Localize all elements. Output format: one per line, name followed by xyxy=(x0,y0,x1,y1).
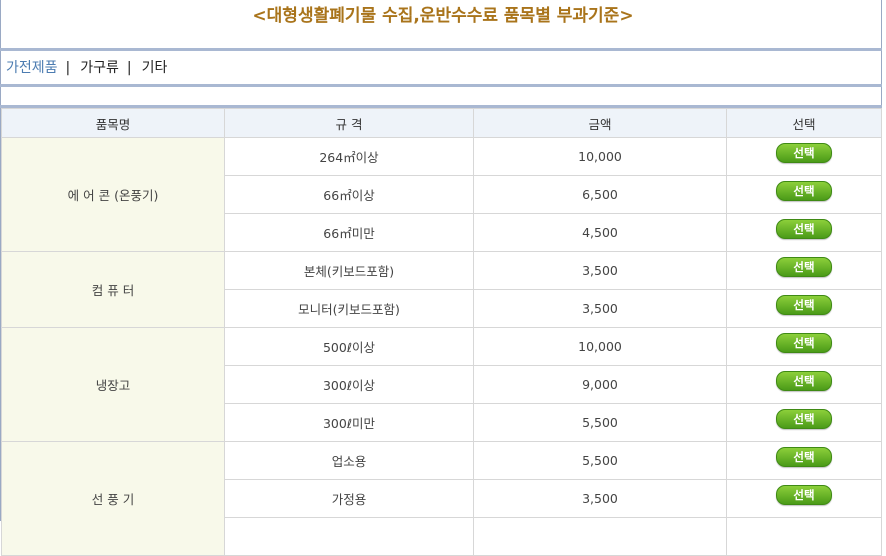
spec-cell: 300ℓ이상 xyxy=(224,365,474,404)
select-button[interactable]: 선택 xyxy=(776,484,832,505)
select-cell: 선택 xyxy=(726,403,882,442)
column-header-select: 선택 xyxy=(726,108,882,138)
select-button[interactable]: 선택 xyxy=(776,294,832,315)
select-cell: 선택 xyxy=(726,365,882,404)
select-button[interactable]: 선택 xyxy=(776,256,832,277)
select-button[interactable]: 선택 xyxy=(776,446,832,467)
spec-cell: 300ℓ미만 xyxy=(224,403,474,442)
table-row: 컴 퓨 터 본체(키보드포함) 3,500 선택 xyxy=(1,251,882,328)
amount-cell: 9,000 xyxy=(473,365,727,404)
amount-cell: 3,500 xyxy=(473,289,727,328)
table-row: 선 풍 기 업소용 5,500 선택 xyxy=(1,441,882,556)
select-cell: 선택 xyxy=(726,175,882,214)
spec-cell: 264㎡이상 xyxy=(224,137,474,176)
tab-appliances[interactable]: 가전제품 xyxy=(6,58,58,78)
amount-cell: 10,000 xyxy=(473,137,727,176)
spec-cell: 66㎡이상 xyxy=(224,175,474,214)
column-header-spec: 규 격 xyxy=(224,108,474,138)
table-row: 에 어 콘 (온풍기) 264㎡이상 10,000 선택 xyxy=(1,137,882,252)
spec-cell xyxy=(224,517,474,556)
category-tabs: 가전제품 | 가구류 | 기타 xyxy=(6,58,167,78)
table-row: 냉장고 500ℓ이상 10,000 선택 xyxy=(1,327,882,442)
fee-table: 품목명 규 격 금액 선택 에 어 콘 (온풍기) 264㎡이상 10,000 선택 6… xyxy=(1,108,882,556)
amount-cell: 5,500 xyxy=(473,441,727,480)
tab-separator: | xyxy=(126,60,132,76)
table-header-row: 품목명 규 격 금액 선택 xyxy=(1,108,882,138)
select-cell: 선택 xyxy=(726,479,882,518)
table-body: 에 어 콘 (온풍기) 264㎡이상 10,000 선택 66㎡이상 6,500 선택 66㎡… xyxy=(1,137,882,556)
amount-cell: 3,500 xyxy=(473,251,727,290)
item-name-cell: 선 풍 기 xyxy=(1,441,225,556)
amount-cell xyxy=(473,517,727,556)
spec-cell: 본체(키보드포함) xyxy=(224,251,474,290)
item-name-cell: 컴 퓨 터 xyxy=(1,251,225,328)
select-cell: 선택 xyxy=(726,251,882,290)
select-button[interactable]: 선택 xyxy=(776,218,832,239)
divider xyxy=(0,48,882,51)
item-name-cell: 에 어 콘 (온풍기) xyxy=(1,137,225,252)
amount-cell: 3,500 xyxy=(473,479,727,518)
tab-separator: | xyxy=(65,60,71,76)
amount-cell: 10,000 xyxy=(473,327,727,366)
select-button[interactable]: 선택 xyxy=(776,142,832,163)
spec-cell: 가정용 xyxy=(224,479,474,518)
select-button[interactable]: 선택 xyxy=(776,180,832,201)
divider xyxy=(0,84,882,87)
spec-cell: 500ℓ이상 xyxy=(224,327,474,366)
tab-furniture[interactable]: 가구류 xyxy=(80,58,119,78)
select-button[interactable]: 선택 xyxy=(776,408,832,429)
select-cell xyxy=(726,517,882,556)
select-cell: 선택 xyxy=(726,441,882,480)
column-header-item: 품목명 xyxy=(1,108,225,138)
tab-etc[interactable]: 기타 xyxy=(142,58,168,78)
spec-cell: 66㎡미만 xyxy=(224,213,474,252)
item-name-cell: 냉장고 xyxy=(1,327,225,442)
spec-cell: 업소용 xyxy=(224,441,474,480)
amount-cell: 4,500 xyxy=(473,213,727,252)
page-title: <대형생활폐기물 수집,운반수수료 품목별 부과기준> xyxy=(252,6,634,26)
column-header-amount: 금액 xyxy=(473,108,727,138)
spec-cell: 모니터(키보드포함) xyxy=(224,289,474,328)
select-button[interactable]: 선택 xyxy=(776,370,832,391)
select-cell: 선택 xyxy=(726,137,882,176)
select-cell: 선택 xyxy=(726,213,882,252)
select-cell: 선택 xyxy=(726,289,882,328)
amount-cell: 6,500 xyxy=(473,175,727,214)
amount-cell: 5,500 xyxy=(473,403,727,442)
select-button[interactable]: 선택 xyxy=(776,332,832,353)
select-cell: 선택 xyxy=(726,327,882,366)
